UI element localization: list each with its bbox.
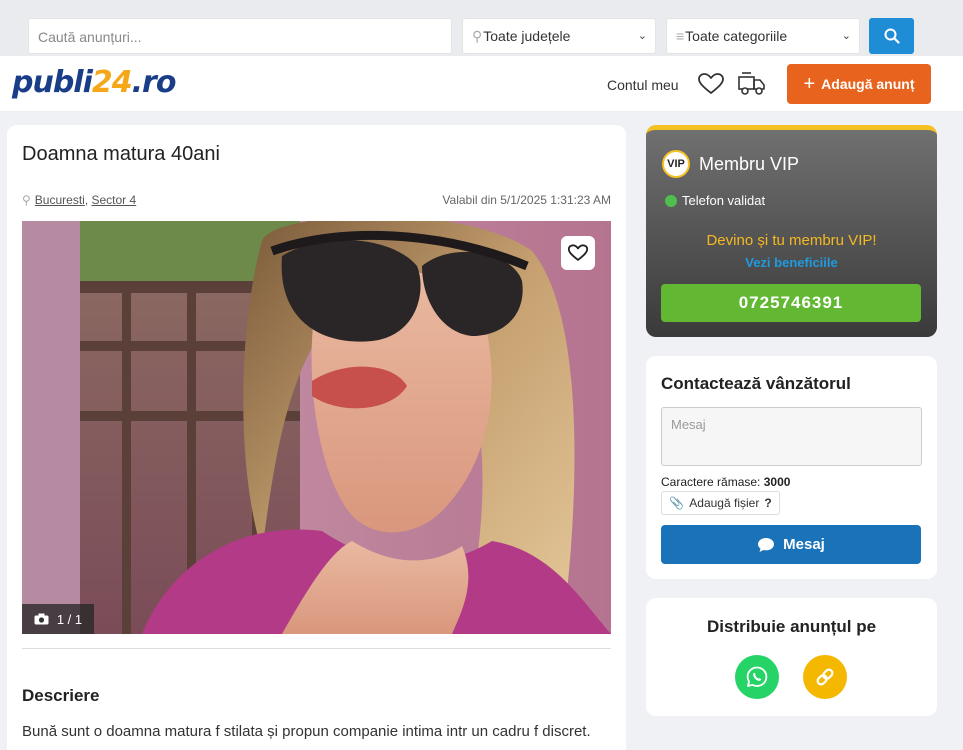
listing-title: Doamna matura 40ani <box>22 143 220 165</box>
county-select[interactable]: ⚲Toate județele ⌄ <box>462 18 656 54</box>
attach-file-label: Adaugă fișier <box>689 496 760 510</box>
help-icon[interactable]: ? <box>764 496 771 510</box>
add-listing-button[interactable]: + Adaugă anunț <box>787 64 931 104</box>
add-listing-label: Adaugă anunț <box>821 76 915 92</box>
divider <box>22 648 611 649</box>
logo-text-ro: .ro <box>131 65 177 100</box>
attach-file-button[interactable]: 📎 Adaugă fișier? <box>661 491 780 515</box>
category-select-value: Toate categoriile <box>685 28 788 44</box>
chars-remaining: Caractere rămase: 3000 <box>661 475 790 489</box>
phone-button[interactable]: 0725746391 <box>661 284 921 322</box>
listing-valid-date: Valabil din 5/1/2025 1:31:23 AM <box>442 193 611 207</box>
category-select[interactable]: ≡Toate categoriile ⌄ <box>666 18 860 54</box>
search-input[interactable]: Caută anunțuri... <box>28 18 452 54</box>
search-button[interactable] <box>869 18 914 54</box>
chars-remaining-label: Caractere rămase: <box>661 475 761 489</box>
vip-promo-text: Devino și tu membru VIP! <box>706 232 877 249</box>
favorites-heart-icon[interactable] <box>698 73 724 100</box>
chat-bubble-icon <box>758 537 775 552</box>
message-textarea[interactable]: Mesaj <box>661 407 922 466</box>
delivery-truck-icon[interactable] <box>737 71 767 102</box>
contact-heading: Contactează vânzătorul <box>661 374 851 393</box>
paperclip-icon: 📎 <box>669 496 685 510</box>
account-link[interactable]: Contul meu <box>607 77 679 93</box>
share-copy-link-button[interactable] <box>803 655 847 699</box>
vip-benefits-link[interactable]: Vezi beneficiile <box>646 255 937 270</box>
chevron-down-icon: ⌄ <box>637 30 647 42</box>
send-message-label: Mesaj <box>783 536 825 553</box>
vip-title: Membru VIP <box>699 154 800 174</box>
share-whatsapp-button[interactable] <box>735 655 779 699</box>
search-icon <box>884 28 900 44</box>
share-heading: Distribuie anunțul pe <box>706 617 877 636</box>
description-heading: Descriere <box>22 686 100 705</box>
vip-badge-icon: VIP <box>662 150 690 178</box>
photo-counter-text: 1 / 1 <box>56 611 83 627</box>
site-header: publi24.ro Contul meu + Adaugă anunț <box>0 56 963 112</box>
location-pin-icon: ⚲ <box>22 193 31 207</box>
send-message-button[interactable]: Mesaj <box>661 525 921 564</box>
listing-location: ⚲ Bucuresti, Sector 4 <box>22 193 137 207</box>
phone-validated-label: Telefon validat <box>682 193 766 208</box>
plus-icon: + <box>803 73 816 95</box>
photo-image <box>22 221 611 634</box>
chevron-down-icon: ⌄ <box>841 30 851 42</box>
camera-icon <box>34 613 49 625</box>
site-logo[interactable]: publi24.ro <box>12 65 177 100</box>
list-icon: ≡ <box>676 28 685 44</box>
share-card: Distribuie anunțul pe <box>646 598 937 716</box>
whatsapp-icon <box>746 666 768 687</box>
contact-seller-card: Contactează vânzătorul Mesaj Caractere r… <box>646 356 937 579</box>
heart-icon <box>568 244 588 261</box>
location-sector-link[interactable]: Sector 4 <box>92 193 137 207</box>
listing-card: Doamna matura 40ani ⚲ Bucuresti, Sector 4… <box>7 125 626 750</box>
favorite-button[interactable] <box>561 236 595 270</box>
county-select-value: Toate județele <box>483 28 571 44</box>
pin-icon: ⚲ <box>472 28 483 44</box>
logo-text-24: 24 <box>91 65 133 100</box>
chars-remaining-count: 3000 <box>763 475 791 489</box>
location-city-link[interactable]: Bucuresti <box>35 193 85 207</box>
photo-counter: 1 / 1 <box>22 604 94 634</box>
logo-text-publi: publi <box>12 65 93 100</box>
link-icon <box>816 668 834 686</box>
vip-card: VIP Membru VIP Telefon validat Devino și… <box>646 125 937 337</box>
description-text: Bună sunt o doamna matura f stilata și p… <box>22 723 591 740</box>
listing-photo[interactable]: 1 / 1 <box>22 221 611 634</box>
check-circle-icon <box>665 194 677 207</box>
phone-validated: Telefon validat <box>665 193 765 208</box>
search-bar: Caută anunțuri... ⚲Toate județele ⌄ ≡Toa… <box>0 0 963 56</box>
